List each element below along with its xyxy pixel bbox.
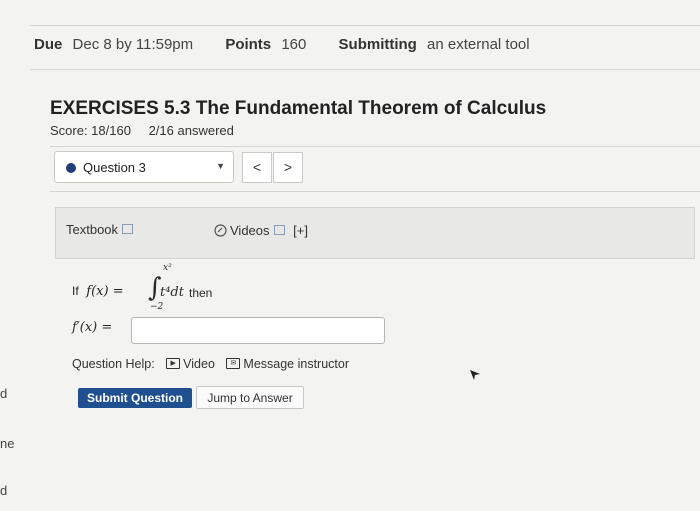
submitting-label: Submitting: [338, 36, 417, 53]
question-select[interactable]: Question 3 ▼: [54, 151, 234, 183]
derivative-label: f′(x) =: [72, 320, 113, 335]
textbook-link[interactable]: Textbook: [66, 222, 134, 237]
answer-label: f′(x) =: [72, 318, 112, 336]
textbook-label: Textbook: [66, 222, 119, 237]
envelope-icon: ✉: [226, 358, 241, 370]
points-value: 160: [281, 36, 307, 53]
videos-link[interactable]: Videos [+]: [214, 223, 308, 238]
points-label: Points: [225, 36, 272, 53]
caret-down-icon: ▼: [216, 161, 225, 171]
video-icon: ▶: [166, 358, 181, 370]
due-value: Dec 8 by 11:59pm: [72, 36, 194, 53]
jump-to-answer-button[interactable]: Jump to Answer: [196, 386, 304, 409]
meta-divider: [30, 69, 700, 70]
score-text: Score: 18/160: [50, 123, 131, 138]
then-text: then: [189, 286, 213, 300]
header-divider: [50, 146, 700, 147]
paperclip-icon: [214, 224, 227, 237]
external-link-icon: [122, 223, 134, 234]
prev-question-button[interactable]: <: [242, 152, 272, 183]
question-help: Question Help: ▶ Video ✉ Message instructo…: [72, 357, 349, 371]
submitting-value: an external tool: [427, 36, 530, 53]
edge-fragment-2: ne: [0, 436, 15, 451]
question-select-value: Question 3: [83, 160, 146, 175]
upper-limit: x²: [163, 263, 172, 273]
page-title: EXERCISES 5.3 The Fundamental Theorem of…: [50, 98, 547, 119]
edge-fragment-3: d: [0, 483, 8, 498]
resources-panel: Textbook Videos [+]: [55, 207, 695, 259]
score-line: Score: 18/160 2/16 answered: [50, 123, 234, 138]
due-label: Due: [34, 36, 63, 53]
top-divider: [30, 25, 700, 26]
videos-label: Videos: [230, 223, 270, 238]
external-link-icon: [273, 224, 285, 235]
integrand: t⁴dt: [160, 285, 184, 300]
function-lhs: f(x) =: [86, 284, 124, 299]
integral-expression: ∫ x² −2 t⁴dt then: [148, 263, 228, 315]
assignment-meta: Due Dec 8 by 11:59pm Points 160 Submitti…: [34, 36, 530, 53]
videos-expand[interactable]: [+]: [293, 223, 308, 238]
edge-fragment-1: d: [0, 386, 8, 401]
video-help-link[interactable]: Video: [183, 357, 215, 371]
next-question-button[interactable]: >: [273, 152, 303, 183]
answered-text: 2/16 answered: [148, 123, 234, 138]
nav-divider: [50, 191, 700, 192]
if-text: If: [72, 284, 79, 298]
message-instructor-link[interactable]: Message instructor: [243, 357, 349, 371]
question-help-label: Question Help:: [72, 357, 155, 371]
question-status-dot: [66, 163, 76, 173]
answer-input[interactable]: [131, 317, 385, 344]
mouse-cursor-icon: [470, 370, 480, 380]
submit-question-button[interactable]: Submit Question: [78, 388, 192, 408]
problem-statement: If f(x) =: [72, 283, 124, 299]
lower-limit: −2: [150, 302, 164, 312]
